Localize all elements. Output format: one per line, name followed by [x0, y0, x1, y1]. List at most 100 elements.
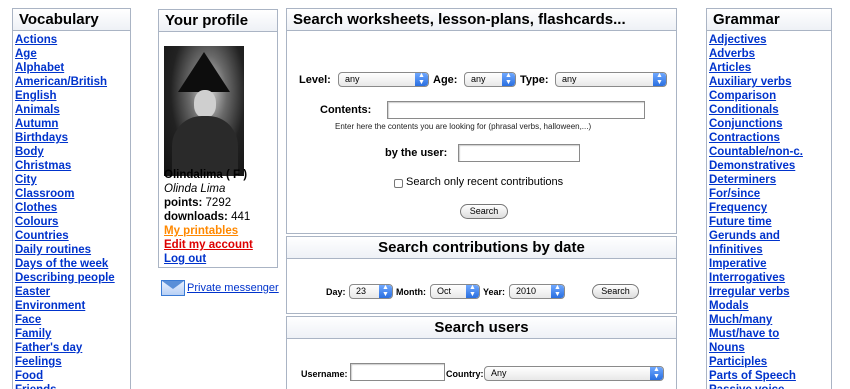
vocabulary-link[interactable]: Daily routines	[15, 244, 91, 256]
vocabulary-item[interactable]: Clothes	[15, 201, 130, 215]
vocabulary-item[interactable]: Environment	[15, 299, 130, 313]
grammar-item[interactable]: Infinitives	[709, 243, 831, 257]
vocabulary-link[interactable]: City	[15, 174, 37, 186]
grammar-item[interactable]: Auxiliary verbs	[709, 75, 831, 89]
grammar-link[interactable]: Nouns	[709, 342, 745, 354]
type-select[interactable]: any ▲ ▼	[555, 72, 667, 87]
vocabulary-item[interactable]: Face	[15, 313, 130, 327]
grammar-item[interactable]: Nouns	[709, 341, 831, 355]
grammar-link[interactable]: Contractions	[709, 132, 780, 144]
level-select[interactable]: any ▲ ▼	[338, 72, 429, 87]
vocabulary-item[interactable]: Actions	[15, 33, 130, 47]
grammar-link[interactable]: Conjunctions	[709, 118, 782, 130]
grammar-link[interactable]: Imperative	[709, 258, 767, 270]
vocabulary-link[interactable]: Actions	[15, 34, 57, 46]
grammar-link[interactable]: Adjectives	[709, 34, 767, 46]
age-select[interactable]: any ▲ ▼	[464, 72, 516, 87]
grammar-link[interactable]: Demonstratives	[709, 160, 795, 172]
vocabulary-item[interactable]: Describing people	[15, 271, 130, 285]
vocabulary-item[interactable]: Feelings	[15, 355, 130, 369]
vocabulary-item[interactable]: Birthdays	[15, 131, 130, 145]
vocabulary-link[interactable]: Father's day	[15, 342, 82, 354]
date-search-button[interactable]: Search	[592, 284, 639, 299]
vocabulary-link[interactable]: Countries	[15, 230, 69, 242]
grammar-item[interactable]: Interrogatives	[709, 271, 831, 285]
vocabulary-link[interactable]: English	[15, 90, 57, 102]
vocabulary-link[interactable]: Age	[15, 48, 37, 60]
grammar-item[interactable]: Much/many	[709, 313, 831, 327]
vocabulary-link[interactable]: American/British	[15, 76, 107, 88]
grammar-link[interactable]: Participles	[709, 356, 767, 368]
month-select[interactable]: Oct ▲ ▼	[430, 284, 480, 299]
grammar-link[interactable]: Much/many	[709, 314, 772, 326]
vocabulary-link[interactable]: Alphabet	[15, 62, 64, 74]
vocabulary-item[interactable]: English	[15, 89, 130, 103]
vocabulary-item[interactable]: Food	[15, 369, 130, 383]
vocabulary-link[interactable]: Birthdays	[15, 132, 68, 144]
vocabulary-item[interactable]: Autumn	[15, 117, 130, 131]
vocabulary-link[interactable]: Describing people	[15, 272, 115, 284]
vocabulary-link[interactable]: Days of the week	[15, 258, 108, 270]
vocabulary-item[interactable]: Classroom	[15, 187, 130, 201]
grammar-item[interactable]: Determiners	[709, 173, 831, 187]
grammar-item[interactable]: Passive voice	[709, 383, 831, 389]
vocabulary-link[interactable]: Easter	[15, 286, 50, 298]
grammar-item[interactable]: Conjunctions	[709, 117, 831, 131]
vocabulary-item[interactable]: Colours	[15, 215, 130, 229]
vocabulary-item[interactable]: Countries	[15, 229, 130, 243]
vocabulary-link[interactable]: Friends	[15, 384, 57, 389]
vocabulary-item[interactable]: City	[15, 173, 130, 187]
vocabulary-link[interactable]: Face	[15, 314, 41, 326]
grammar-link[interactable]: For/since	[709, 188, 760, 200]
vocabulary-link[interactable]: Body	[15, 146, 44, 158]
vocabulary-link[interactable]: Colours	[15, 216, 58, 228]
grammar-item[interactable]: Irregular verbs	[709, 285, 831, 299]
grammar-item[interactable]: Participles	[709, 355, 831, 369]
vocabulary-item[interactable]: Friends	[15, 383, 130, 389]
grammar-item[interactable]: For/since	[709, 187, 831, 201]
grammar-link[interactable]: Modals	[709, 300, 749, 312]
grammar-item[interactable]: Demonstratives	[709, 159, 831, 173]
vocabulary-link[interactable]: Environment	[15, 300, 85, 312]
grammar-link[interactable]: Passive voice	[709, 384, 784, 389]
grammar-item[interactable]: Countable/non-c.	[709, 145, 831, 159]
grammar-link[interactable]: Adverbs	[709, 48, 755, 60]
grammar-item[interactable]: Parts of Speech	[709, 369, 831, 383]
vocabulary-link[interactable]: Clothes	[15, 202, 57, 214]
grammar-link[interactable]: Infinitives	[709, 244, 763, 256]
vocabulary-item[interactable]: Age	[15, 47, 130, 61]
grammar-item[interactable]: Comparison	[709, 89, 831, 103]
grammar-link[interactable]: Comparison	[709, 90, 776, 102]
vocabulary-link[interactable]: Family	[15, 328, 51, 340]
vocabulary-link[interactable]: Christmas	[15, 160, 71, 172]
vocabulary-item[interactable]: Days of the week	[15, 257, 130, 271]
vocabulary-item[interactable]: Body	[15, 145, 130, 159]
grammar-item[interactable]: Must/have to	[709, 327, 831, 341]
vocabulary-item[interactable]: American/British	[15, 75, 130, 89]
username-input[interactable]	[350, 363, 445, 381]
grammar-link[interactable]: Articles	[709, 62, 751, 74]
grammar-item[interactable]: Contractions	[709, 131, 831, 145]
search-button[interactable]: Search	[460, 204, 508, 219]
grammar-item[interactable]: Modals	[709, 299, 831, 313]
vocabulary-item[interactable]: Animals	[15, 103, 130, 117]
contents-input[interactable]	[387, 101, 645, 119]
vocabulary-item[interactable]: Daily routines	[15, 243, 130, 257]
grammar-item[interactable]: Gerunds and	[709, 229, 831, 243]
grammar-link[interactable]: Irregular verbs	[709, 286, 790, 298]
recent-checkbox[interactable]	[394, 179, 403, 188]
vocabulary-item[interactable]: Father's day	[15, 341, 130, 355]
vocabulary-link[interactable]: Animals	[15, 104, 60, 116]
grammar-item[interactable]: Future time	[709, 215, 831, 229]
grammar-item[interactable]: Articles	[709, 61, 831, 75]
grammar-link[interactable]: Gerunds and	[709, 230, 780, 242]
vocabulary-link[interactable]: Autumn	[15, 118, 58, 130]
grammar-link[interactable]: Determiners	[709, 174, 776, 186]
edit-account-link[interactable]: Edit my account	[164, 238, 253, 252]
vocabulary-item[interactable]: Easter	[15, 285, 130, 299]
grammar-item[interactable]: Adjectives	[709, 33, 831, 47]
country-select[interactable]: Any ▲ ▼	[484, 366, 664, 381]
vocabulary-item[interactable]: Family	[15, 327, 130, 341]
vocabulary-link[interactable]: Classroom	[15, 188, 74, 200]
vocabulary-link[interactable]: Feelings	[15, 356, 62, 368]
